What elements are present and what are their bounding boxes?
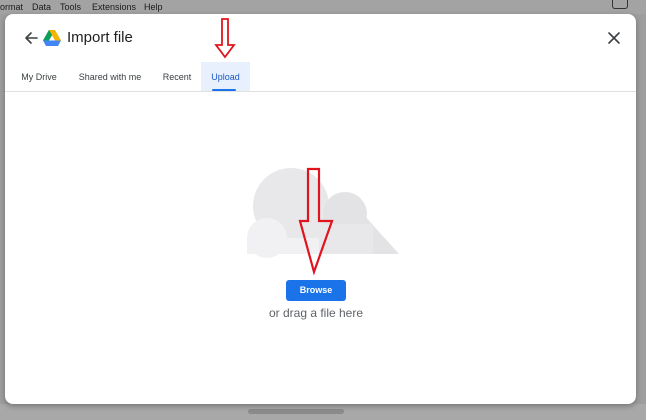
tab-shared-with-me[interactable]: Shared with me: [73, 62, 147, 92]
tabs-divider: [5, 91, 636, 92]
comment-icon[interactable]: [612, 0, 628, 9]
browse-button[interactable]: Browse: [286, 280, 346, 301]
drag-drop-hint: or drag a file here: [268, 306, 364, 320]
menu-help[interactable]: Help: [144, 2, 163, 12]
menu-data[interactable]: Data: [32, 2, 51, 12]
menu-tools[interactable]: Tools: [60, 2, 81, 12]
dialog-title: Import file: [67, 29, 133, 46]
google-drive-logo: [43, 30, 61, 46]
tab-upload[interactable]: Upload: [201, 62, 250, 92]
background-menubar: ormat Data Tools Extensions Help: [0, 0, 646, 14]
close-icon[interactable]: [607, 31, 621, 45]
red-down-arrow-large-icon: [298, 167, 334, 276]
tab-my-drive[interactable]: My Drive: [15, 62, 63, 92]
import-file-dialog: Import file My Drive Shared with me Rece…: [5, 14, 636, 404]
arrow-back-icon[interactable]: [23, 30, 39, 46]
menu-extensions[interactable]: Extensions: [92, 2, 136, 12]
tab-recent[interactable]: Recent: [155, 62, 199, 92]
red-down-arrow-icon: [214, 18, 236, 59]
menu-format[interactable]: ormat: [0, 2, 23, 12]
horizontal-scrollbar[interactable]: [0, 404, 646, 420]
scrollbar-thumb[interactable]: [248, 409, 344, 414]
